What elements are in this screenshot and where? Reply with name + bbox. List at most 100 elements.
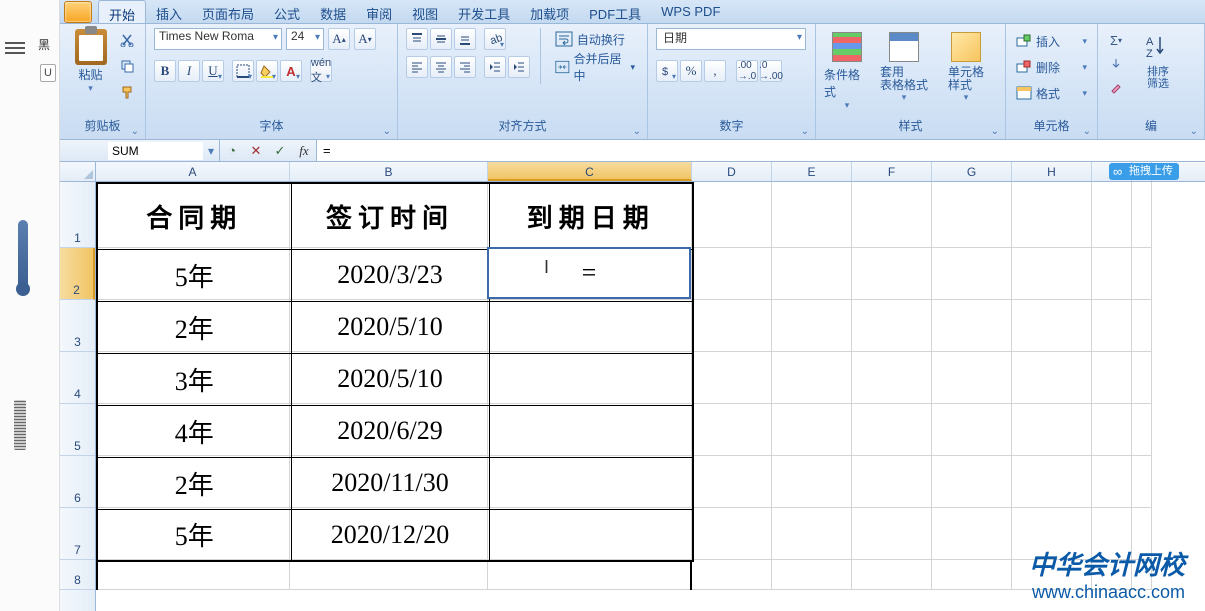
fx-button[interactable]: fx (292, 140, 316, 162)
currency-button[interactable]: $ (656, 60, 678, 82)
decrease-decimal-button[interactable]: .0→.00 (760, 60, 782, 82)
table-cell[interactable]: 3年 (97, 353, 291, 405)
font-color-button[interactable]: A (280, 60, 302, 82)
col-header-F[interactable]: F (852, 162, 932, 181)
decrease-font-button[interactable]: A▾ (354, 28, 376, 50)
table-cell[interactable]: 2020/3/23 (291, 249, 489, 301)
italic-button[interactable]: I (178, 60, 200, 82)
upload-badge[interactable]: 拖拽上传 (1109, 163, 1179, 180)
border-button[interactable] (232, 60, 254, 82)
clear-button[interactable] (1106, 78, 1126, 98)
align-bottom-button[interactable] (454, 28, 476, 50)
table-header[interactable]: 签订时间 (291, 183, 489, 249)
number-format-combo[interactable]: 日期 (656, 28, 806, 50)
hamburger-icon[interactable] (5, 42, 25, 56)
tab-page-layout[interactable]: 页面布局 (192, 0, 264, 23)
wrap-text-button[interactable]: 自动换行 (551, 28, 639, 50)
row-header-5[interactable]: 5 (60, 404, 95, 456)
align-middle-button[interactable] (430, 28, 452, 50)
conditional-format-button[interactable]: 条件格式▾ (824, 28, 870, 111)
sort-filter-button[interactable]: AZ 排序 筛选 (1138, 28, 1178, 90)
tab-wps-pdf[interactable]: WPS PDF (651, 0, 730, 23)
orientation-button[interactable]: ab (484, 28, 506, 50)
confirm-formula-button[interactable]: ✓ (268, 140, 292, 162)
name-box-input[interactable] (108, 142, 203, 160)
underline-toggle[interactable]: U (40, 64, 56, 82)
table-cell[interactable]: 5年 (97, 249, 291, 301)
table-cell[interactable] (489, 301, 693, 353)
tab-insert[interactable]: 插入 (146, 0, 192, 23)
table-cell[interactable] (489, 249, 693, 301)
table-cell[interactable]: 2020/11/30 (291, 457, 489, 509)
col-header-H[interactable]: H (1012, 162, 1092, 181)
data-table[interactable]: 合同期签订时间到期日期5年2020/3/232年2020/5/103年2020/… (96, 182, 694, 562)
col-header-E[interactable]: E (772, 162, 852, 181)
row-header-8[interactable]: 8 (60, 560, 95, 590)
tab-devtools[interactable]: 开发工具 (448, 0, 520, 23)
insert-cells-button[interactable]: 插入▾ (1014, 30, 1089, 52)
col-header-C[interactable]: C (488, 162, 692, 181)
row-header-1[interactable]: 1 (60, 182, 95, 248)
increase-font-button[interactable]: A▴ (328, 28, 350, 50)
tab-data[interactable]: 数据 (310, 0, 356, 23)
increase-decimal-button[interactable]: .00→.0 (736, 60, 758, 82)
tab-pdf-tools[interactable]: PDF工具 (579, 0, 651, 23)
col-header-G[interactable]: G (932, 162, 1012, 181)
percent-button[interactable]: % (680, 60, 702, 82)
tab-view[interactable]: 视图 (402, 0, 448, 23)
cut-button[interactable] (117, 30, 137, 50)
row-header-7[interactable]: 7 (60, 508, 95, 560)
fill-color-button[interactable] (256, 60, 278, 82)
tab-review[interactable]: 审阅 (356, 0, 402, 23)
fill-button[interactable] (1106, 54, 1126, 74)
table-cell[interactable]: 2020/5/10 (291, 353, 489, 405)
table-header[interactable]: 到期日期 (489, 183, 693, 249)
tab-home[interactable]: 开始 (98, 0, 146, 23)
format-painter-button[interactable] (117, 82, 137, 102)
app-logo-icon[interactable] (64, 1, 92, 23)
increase-indent-button[interactable] (508, 56, 530, 78)
table-cell[interactable] (489, 457, 693, 509)
table-cell[interactable]: 2020/12/20 (291, 509, 489, 561)
name-box[interactable]: ▾ (60, 140, 220, 161)
formula-input[interactable]: = (317, 140, 1205, 161)
bold-button[interactable]: B (154, 60, 176, 82)
name-box-dropdown[interactable]: ▾ (203, 144, 219, 158)
col-header-D[interactable]: D (692, 162, 772, 181)
table-header[interactable]: 合同期 (97, 183, 291, 249)
align-right-button[interactable] (454, 56, 476, 78)
table-cell[interactable]: 2020/5/10 (291, 301, 489, 353)
decrease-indent-button[interactable] (484, 56, 506, 78)
font-name-combo[interactable]: Times New Roma (154, 28, 282, 50)
table-cell[interactable]: 5年 (97, 509, 291, 561)
row-header-6[interactable]: 6 (60, 456, 95, 508)
table-cell[interactable] (489, 405, 693, 457)
cell-style-button[interactable]: 单元格 样式▾ (938, 28, 994, 103)
col-header-A[interactable]: A (96, 162, 290, 181)
select-all-corner[interactable] (60, 162, 96, 182)
table-cell[interactable]: 4年 (97, 405, 291, 457)
tab-addins[interactable]: 加载项 (520, 0, 579, 23)
table-cell[interactable]: 2年 (97, 301, 291, 353)
cancel-formula-button[interactable]: ✕ (244, 140, 268, 162)
tab-formulas[interactable]: 公式 (264, 0, 310, 23)
autosum-button[interactable]: Σ▾ (1106, 30, 1126, 50)
paste-button[interactable]: 粘贴 ▾ (68, 28, 113, 94)
function-wizard-icon[interactable]: ◔ (220, 140, 244, 162)
align-center-button[interactable] (430, 56, 452, 78)
table-format-button[interactable]: 套用 表格格式▾ (874, 28, 934, 103)
underline-button[interactable]: U (202, 60, 224, 82)
comma-button[interactable]: , (704, 60, 726, 82)
table-cell[interactable]: 2年 (97, 457, 291, 509)
merge-center-button[interactable]: 合并后居中 ▾ (551, 56, 639, 78)
row-header-4[interactable]: 4 (60, 352, 95, 404)
table-cell[interactable] (489, 509, 693, 561)
col-header-B[interactable]: B (290, 162, 488, 181)
table-cell[interactable]: 2020/6/29 (291, 405, 489, 457)
drag-handle-icon[interactable] (14, 400, 26, 450)
font-size-combo[interactable]: 24 (286, 28, 324, 50)
align-top-button[interactable] (406, 28, 428, 50)
format-cells-button[interactable]: 格式▾ (1014, 82, 1089, 104)
row-header-2[interactable]: 2 (60, 248, 95, 300)
align-left-button[interactable] (406, 56, 428, 78)
